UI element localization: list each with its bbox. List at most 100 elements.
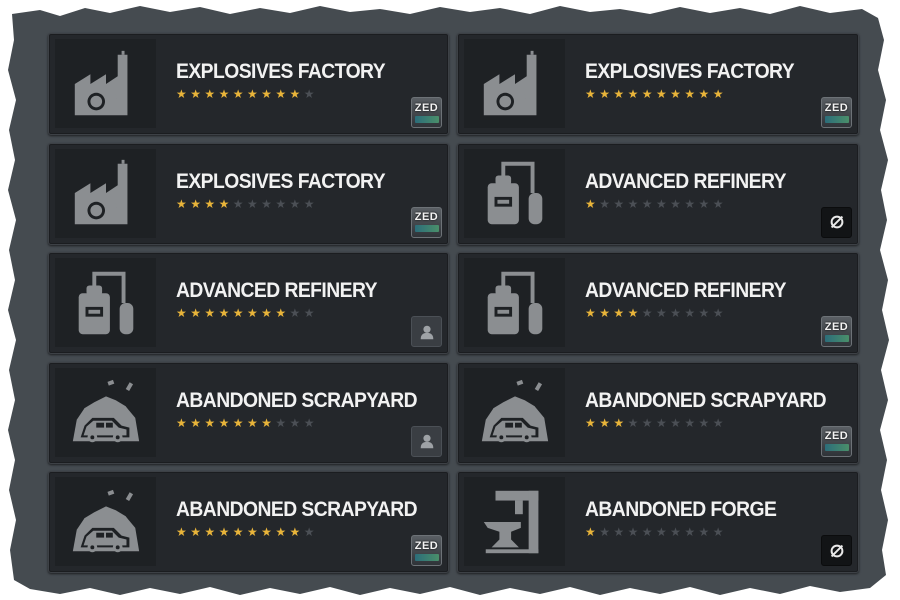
star-filled-icon: ★	[204, 415, 216, 430]
star-empty-icon: ★	[712, 196, 724, 211]
zed-mod-badge[interactable]: ZED	[821, 97, 852, 128]
star-filled-icon: ★	[246, 415, 258, 430]
star-rating: ★ ★ ★ ★ ★ ★ ★ ★ ★ ★	[585, 525, 724, 539]
zed-mod-badge[interactable]: ZED	[821, 425, 852, 457]
star-empty-icon: ★	[599, 196, 610, 211]
zed-mod-badge[interactable]: ZED	[821, 316, 852, 347]
star-filled-icon: ★	[261, 306, 272, 320]
star-filled-icon: ★	[585, 87, 596, 101]
star-filled-icon: ★	[218, 525, 230, 539]
star-empty-icon: ★	[627, 415, 639, 430]
star-filled-icon: ★	[176, 415, 187, 430]
star-filled-icon: ★	[261, 415, 272, 430]
star-filled-icon: ★	[627, 87, 639, 101]
star-filled-icon: ★	[585, 196, 596, 211]
zed-badge-stripe	[824, 444, 849, 451]
star-empty-icon: ★	[712, 415, 724, 430]
location-title: ABANDONED FORGE	[585, 498, 777, 521]
star-empty-icon: ★	[684, 415, 696, 430]
user-icon	[420, 325, 433, 339]
refinery-icon	[464, 148, 565, 238]
star-filled-icon: ★	[218, 87, 230, 101]
star-empty-icon: ★	[303, 196, 315, 211]
star-empty-icon: ★	[684, 306, 696, 320]
star-filled-icon: ★	[190, 87, 201, 101]
explosives-factory-icon	[55, 148, 156, 238]
scrapyard-icon	[55, 367, 156, 457]
star-filled-icon: ★	[712, 87, 724, 101]
scrapyard-icon	[55, 477, 156, 566]
star-empty-icon: ★	[303, 306, 315, 320]
star-rating: ★ ★ ★ ★ ★ ★ ★ ★ ★ ★	[585, 415, 724, 430]
location-title: ABANDONED SCRAPYARD	[176, 388, 418, 412]
star-empty-icon: ★	[613, 196, 625, 211]
zed-mod-badge[interactable]: ZED	[411, 535, 442, 566]
location-card[interactable]: ABANDONED SCRAPYARD ★ ★ ★ ★ ★ ★ ★ ★ ★ ★	[48, 361, 449, 464]
star-empty-icon: ★	[627, 525, 639, 539]
star-filled-icon: ★	[275, 306, 287, 320]
star-filled-icon: ★	[204, 525, 216, 539]
location-card[interactable]: ADVANCED REFINERY ★ ★ ★ ★ ★ ★ ★ ★ ★ ★ ZED	[457, 252, 859, 354]
star-filled-icon: ★	[261, 525, 272, 539]
location-card[interactable]: EXPLOSIVES FACTORY ★ ★ ★ ★ ★ ★ ★ ★ ★ ★ ZED	[457, 33, 859, 135]
star-rating: ★ ★ ★ ★ ★ ★ ★ ★ ★ ★	[176, 415, 315, 430]
star-filled-icon: ★	[176, 196, 187, 211]
no-mod-badge[interactable]	[821, 535, 852, 566]
star-filled-icon: ★	[670, 87, 681, 101]
star-empty-icon: ★	[655, 196, 667, 211]
zed-mod-badge[interactable]: ZED	[411, 206, 442, 238]
explosives-factory-icon	[55, 39, 156, 128]
star-empty-icon: ★	[670, 525, 681, 539]
star-filled-icon: ★	[261, 87, 272, 101]
location-card[interactable]: EXPLOSIVES FACTORY ★ ★ ★ ★ ★ ★ ★ ★ ★ ★ ZED	[48, 142, 449, 245]
star-empty-icon: ★	[712, 525, 724, 539]
star-empty-icon: ★	[641, 415, 653, 430]
star-empty-icon: ★	[641, 525, 653, 539]
location-card[interactable]: ABANDONED SCRAPYARD ★ ★ ★ ★ ★ ★ ★ ★ ★ ★ ZED	[457, 361, 859, 464]
zed-badge-label: ZED	[824, 430, 849, 442]
star-empty-icon: ★	[684, 196, 696, 211]
star-filled-icon: ★	[599, 306, 610, 320]
explosives-factory-icon	[464, 39, 565, 128]
location-title: EXPLOSIVES FACTORY	[176, 169, 386, 193]
user-badge[interactable]	[411, 425, 442, 457]
star-filled-icon: ★	[218, 415, 230, 430]
location-card[interactable]: ADVANCED REFINERY ★ ★ ★ ★ ★ ★ ★ ★ ★ ★	[48, 252, 449, 354]
star-filled-icon: ★	[232, 87, 244, 101]
star-empty-icon: ★	[289, 415, 301, 430]
zed-badge-label: ZED	[414, 211, 439, 223]
zed-badge-stripe	[824, 334, 849, 342]
location-card[interactable]: ABANDONED SCRAPYARD ★ ★ ★ ★ ★ ★ ★ ★ ★ ★ ZED	[48, 471, 449, 573]
refinery-icon	[464, 258, 565, 347]
star-empty-icon: ★	[655, 525, 667, 539]
zed-badge-stripe	[414, 225, 439, 232]
star-empty-icon: ★	[289, 306, 301, 320]
star-empty-icon: ★	[641, 306, 653, 320]
no-mod-badge[interactable]	[821, 206, 852, 238]
star-filled-icon: ★	[232, 306, 244, 320]
star-rating: ★ ★ ★ ★ ★ ★ ★ ★ ★ ★	[176, 306, 315, 320]
star-empty-icon: ★	[698, 415, 710, 430]
location-card[interactable]: ABANDONED FORGE ★ ★ ★ ★ ★ ★ ★ ★ ★ ★	[457, 471, 859, 573]
star-filled-icon: ★	[655, 87, 667, 101]
user-badge[interactable]	[411, 316, 442, 347]
star-empty-icon: ★	[232, 196, 244, 211]
star-filled-icon: ★	[190, 306, 201, 320]
location-title: EXPLOSIVES FACTORY	[176, 60, 386, 83]
star-filled-icon: ★	[232, 415, 244, 430]
refinery-icon	[55, 258, 156, 347]
star-filled-icon: ★	[176, 525, 187, 539]
star-empty-icon: ★	[303, 87, 315, 101]
star-filled-icon: ★	[232, 525, 244, 539]
zed-badge-label: ZED	[824, 101, 849, 114]
star-filled-icon: ★	[289, 525, 301, 539]
location-card[interactable]: ADVANCED REFINERY ★ ★ ★ ★ ★ ★ ★ ★ ★ ★	[457, 142, 859, 245]
star-rating: ★ ★ ★ ★ ★ ★ ★ ★ ★ ★	[176, 196, 315, 211]
zed-mod-badge[interactable]: ZED	[411, 97, 442, 128]
zed-badge-label: ZED	[414, 539, 439, 552]
star-rating: ★ ★ ★ ★ ★ ★ ★ ★ ★ ★	[176, 87, 315, 101]
location-title: ABANDONED SCRAPYARD	[176, 498, 418, 521]
star-empty-icon: ★	[655, 306, 667, 320]
star-rating: ★ ★ ★ ★ ★ ★ ★ ★ ★ ★	[585, 196, 724, 211]
location-card[interactable]: EXPLOSIVES FACTORY ★ ★ ★ ★ ★ ★ ★ ★ ★ ★ ZED	[48, 33, 449, 135]
